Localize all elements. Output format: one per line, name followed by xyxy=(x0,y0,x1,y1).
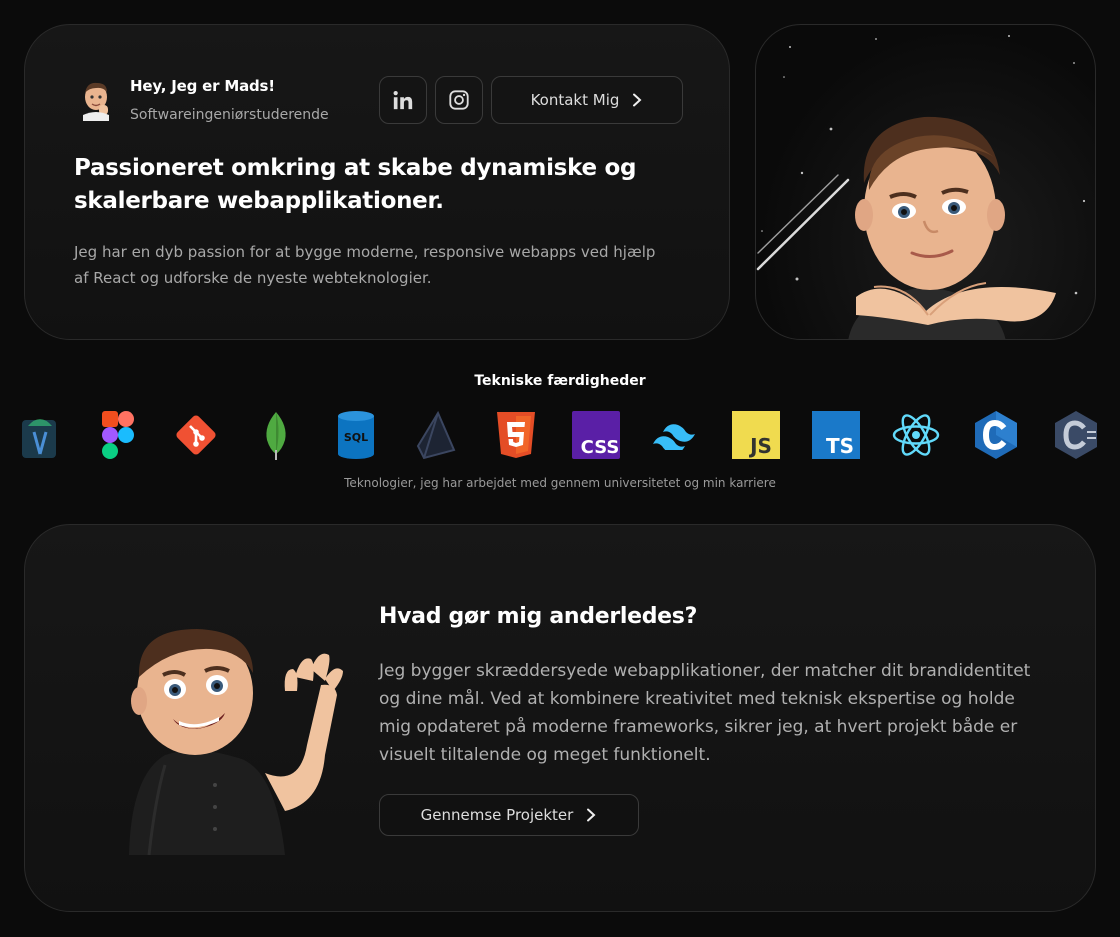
android-studio-icon xyxy=(15,410,65,460)
instagram-button[interactable] xyxy=(435,76,483,124)
contact-button[interactable]: Kontakt Mig xyxy=(491,76,683,124)
css-icon: CSS xyxy=(571,410,621,460)
portrait-card xyxy=(755,24,1096,340)
svg-text:TS: TS xyxy=(826,434,854,458)
difference-card: Hvad gør mig anderledes? Jeg bygger skræ… xyxy=(24,524,1096,912)
difference-text: Jeg bygger skræddersyede webapplikatione… xyxy=(379,661,1031,765)
chevron-right-icon xyxy=(633,93,642,107)
hero-headline: Passioneret omkring at skabe dynamiske o… xyxy=(74,155,637,214)
intro-card: Hey, Jeg er Mads! Softwareingeniørstuder… xyxy=(24,24,730,340)
contact-button-label: Kontakt Mig xyxy=(530,91,620,109)
sql-icon: SQL xyxy=(331,410,381,460)
csharp-icon xyxy=(1051,410,1101,460)
svg-text:SQL: SQL xyxy=(344,431,368,444)
skills-marquee: SQL CSS JS TS xyxy=(20,410,1100,462)
react-icon xyxy=(891,410,941,460)
prisma-icon xyxy=(411,410,461,460)
portrait-illustration xyxy=(756,35,1086,339)
instagram-icon xyxy=(449,90,469,110)
skills-subtitle: Teknologier, jeg har arbejdet med gennem… xyxy=(344,476,776,490)
svg-text:JS: JS xyxy=(748,434,772,458)
git-icon xyxy=(171,410,221,460)
figma-icon xyxy=(93,410,143,460)
avatar xyxy=(83,82,109,121)
waving-avatar-illustration xyxy=(129,629,343,855)
hero-lead: Jeg har en dyb passion for at bygge mode… xyxy=(74,243,656,287)
mongodb-icon xyxy=(251,410,301,460)
role-subtitle: Softwareingeniørstuderende xyxy=(130,107,329,123)
browse-projects-label: Gennemse Projekter xyxy=(420,806,574,824)
difference-title: Hvad gør mig anderledes? xyxy=(379,604,698,629)
skills-title: Tekniske færdigheder xyxy=(474,373,646,389)
svg-text:CSS: CSS xyxy=(581,437,620,458)
greeting: Hey, Jeg er Mads! xyxy=(130,77,275,95)
c-icon xyxy=(971,410,1021,460)
typescript-icon: TS xyxy=(811,410,861,460)
browse-projects-button[interactable]: Gennemse Projekter xyxy=(379,794,639,836)
linkedin-button[interactable] xyxy=(379,76,427,124)
javascript-icon: JS xyxy=(731,410,781,460)
html5-icon xyxy=(491,410,541,460)
tailwind-icon xyxy=(651,410,701,460)
chevron-right-icon xyxy=(587,808,596,822)
linkedin-icon xyxy=(393,91,413,110)
